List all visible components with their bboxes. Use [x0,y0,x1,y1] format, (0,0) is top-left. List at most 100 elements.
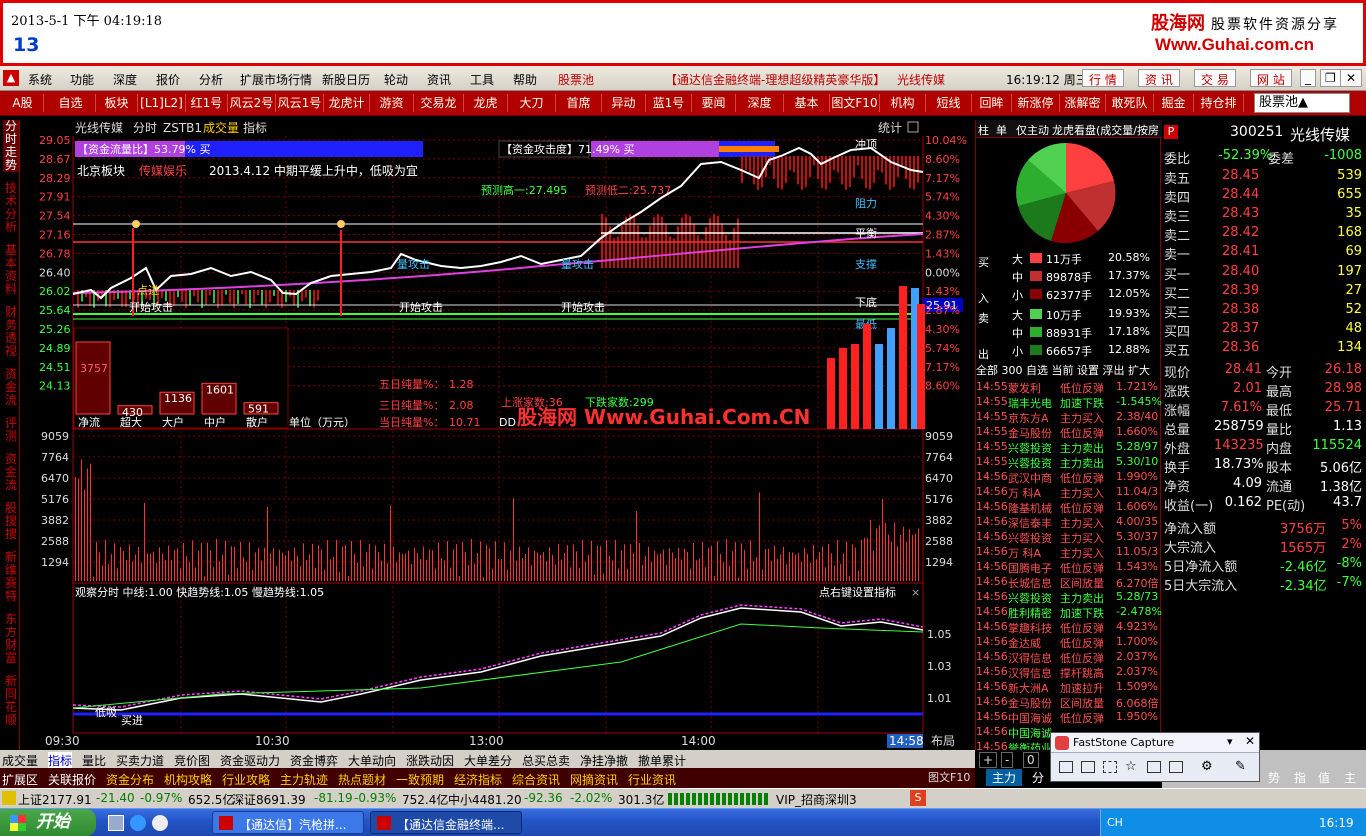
tick-row[interactable]: 14:56 武汉中商 低位反弹 1.990% [976,470,1162,485]
menu-item-rotation[interactable]: 轮动 [384,71,408,88]
indicator-close-icon[interactable]: × [911,586,920,599]
tab-fengyun1[interactable]: 风云1号 [276,94,324,112]
restore-icon[interactable]: ❐ [1320,69,1341,87]
bottom-tab[interactable]: 买卖力道 [116,752,164,769]
tab-jigou[interactable]: 机构 [880,94,926,112]
tab-juejin[interactable]: 掘金 [1154,94,1194,112]
event-icon-1[interactable] [337,220,345,228]
tick-row[interactable]: 14:56 金马股份 区间放量 6.068倍 [976,695,1162,710]
bottom-tab-2[interactable]: 关联报价 [48,771,96,788]
bottom-tab[interactable]: 资金驱动力 [220,752,280,769]
menu-item-ext-market[interactable]: 扩展市场行情 [240,71,312,88]
tab-active[interactable]: 仅主动 [1016,122,1049,138]
tab-zhu[interactable]: 柱 [978,122,989,138]
info-button[interactable]: 资 讯 [1138,69,1180,87]
menu-item-help[interactable]: 帮助 [513,71,537,88]
faststone-menu-icon[interactable]: ▾ [1227,735,1233,748]
bottom-tab-2[interactable]: 资金分布 [106,771,154,788]
bottom-tab[interactable]: 指标 [48,752,73,769]
stats-button[interactable]: 统计 [878,121,902,135]
tick-row[interactable]: 14:56 长城信息 区间放量 6.270倍 [976,575,1162,590]
capture-region-icon[interactable] [1103,761,1117,773]
nav-intraday[interactable]: 分时走势 [3,120,19,172]
tab-shendu[interactable]: 深度 [736,94,784,112]
tab-watchlist[interactable]: 自选 [46,94,96,112]
tab-jiaoyilong[interactable]: 交易龙 [414,94,464,112]
nav-tonghuashun[interactable]: 新同花顺 [3,675,19,727]
tray-clock[interactable]: 16:19 [1319,816,1354,830]
bottom-tab-2[interactable]: 扩展区 [2,771,38,788]
tab-youzi[interactable]: 游资 [370,94,414,112]
tab-f10[interactable]: 图文F10 [830,94,880,112]
zhi2-button[interactable]: 值 [1318,769,1330,786]
tab-sector[interactable]: 板块 [96,94,138,112]
tab-a-share[interactable]: A股 [2,94,44,112]
order-book-row[interactable]: 卖四 28.44 655 [1162,187,1366,206]
bottom-tab-2[interactable]: 主力轨迹 [280,771,328,788]
close-icon[interactable]: ✕ [1340,69,1363,87]
tab-longhuji[interactable]: 龙虎计 [324,94,370,112]
bottom-tab[interactable]: 撤单累计 [638,752,686,769]
bottom-tab[interactable]: 大单动向 [348,752,396,769]
menu-item-function[interactable]: 功能 [70,71,94,88]
tab-dan[interactable]: 单 [996,122,1007,138]
nav-rating[interactable]: 评测 [3,417,19,443]
faststone-close-icon[interactable]: ✕ [1245,734,1255,748]
tab-jiben[interactable]: 基本 [784,94,830,112]
chart-title-volume[interactable]: 成交量 [203,120,239,135]
tab-longhu[interactable]: 龙虎 [464,94,508,112]
tick-row[interactable]: 14:55 蒙发利 低位反弹 1.721% [976,380,1162,395]
bottom-tab[interactable]: 净挂净撤 [580,752,628,769]
market-button[interactable]: 行 情 [1082,69,1124,87]
tick-row[interactable]: 14:56 中国海诚 低位反弹 1.950% [976,710,1162,725]
menu-item-analysis[interactable]: 分析 [199,71,223,88]
order-book-row[interactable]: 卖五 28.45 539 [1162,168,1366,187]
tick-row[interactable]: 14:56 掌趣科技 低位反弹 4.923% [976,620,1162,635]
bottom-tab[interactable]: 量比 [82,752,106,769]
tick-row[interactable]: 14:55 金马股份 低位反弹 1.660% [976,425,1162,440]
bottom-tab[interactable]: 资金博弈 [290,752,338,769]
nav-xinweisaite[interactable]: 新维赛特 [3,551,19,603]
quicklaunch-desktop-icon[interactable] [108,815,124,831]
bottom-tab[interactable]: 成交量 [2,752,38,769]
minimize-icon[interactable]: _ [1300,69,1316,87]
layout-label[interactable]: 布局 [931,734,955,748]
nav-gusousou[interactable]: 股搜搜 [3,502,19,541]
menu-item-depth[interactable]: 深度 [113,71,137,88]
taskbar-window-2[interactable]: 【通达信金融终端... [370,811,522,834]
capture-settings-icon[interactable]: ⚙ [1201,759,1213,774]
menu-item-tools[interactable]: 工具 [470,71,494,88]
tab-yaowen[interactable]: 要闻 [692,94,736,112]
tick-row[interactable]: 14:56 兴蓉投资 主力买入 5.30/37 [976,530,1162,545]
tick-row[interactable]: 14:55 兴蓉投资 主力卖出 5.30/10 [976,455,1162,470]
quicklaunch-ie-icon[interactable] [130,815,146,831]
nav-eastmoney[interactable]: 东方财富 [3,613,19,665]
f10-button[interactable]: 图文F10 [928,769,970,785]
bottom-tab-2[interactable]: 热点题材 [338,771,386,788]
bottom-tab[interactable]: 大单差分 [464,752,512,769]
trade-button[interactable]: 交 易 [1194,69,1236,87]
order-book-row[interactable]: 买四 28.37 48 [1162,321,1366,340]
tab-dadao[interactable]: 大刀 [508,94,556,112]
capture-freehand-icon[interactable]: ☆ [1125,759,1137,774]
order-book-row[interactable]: 买二 28.39 27 [1162,283,1366,302]
tab-red1[interactable]: 红1号 [186,94,228,112]
event-icon-2[interactable] [132,220,140,228]
capture-scroll-icon[interactable] [1169,761,1183,773]
tick-row[interactable]: 14:56 汉得信息 低位反弹 2.037% [976,650,1162,665]
capture-record-icon[interactable]: ✎ [1235,759,1246,774]
chart-title-zstb[interactable]: ZSTB1 [163,121,202,135]
tick-row[interactable]: 14:56 金达威 低位反弹 1.700% [976,635,1162,650]
tick-filter-bar[interactable]: 全部 300 自选 当前 设置 浮出 扩大 [976,362,1162,378]
order-book-row[interactable]: 买一 28.40 197 [1162,264,1366,283]
tick-row[interactable]: 14:56 隆基机械 低位反弹 1.606% [976,500,1162,515]
order-book-row[interactable]: 卖二 28.42 168 [1162,225,1366,244]
tab-l1l2[interactable]: [L1]L2] [138,94,186,112]
quicklaunch-app-icon[interactable] [152,815,168,831]
tick-row[interactable]: 14:56 国腾电子 低位反弹 1.543% [976,560,1162,575]
website-button[interactable]: 网 站 [1250,69,1292,87]
tick-row[interactable]: 14:56 万 科A 主力买入 11.05/3 [976,545,1162,560]
nav-moneyflow[interactable]: 资金流 [3,368,19,407]
start-button[interactable]: 开始 [0,809,96,836]
fen-button[interactable]: 分 [1032,769,1044,786]
